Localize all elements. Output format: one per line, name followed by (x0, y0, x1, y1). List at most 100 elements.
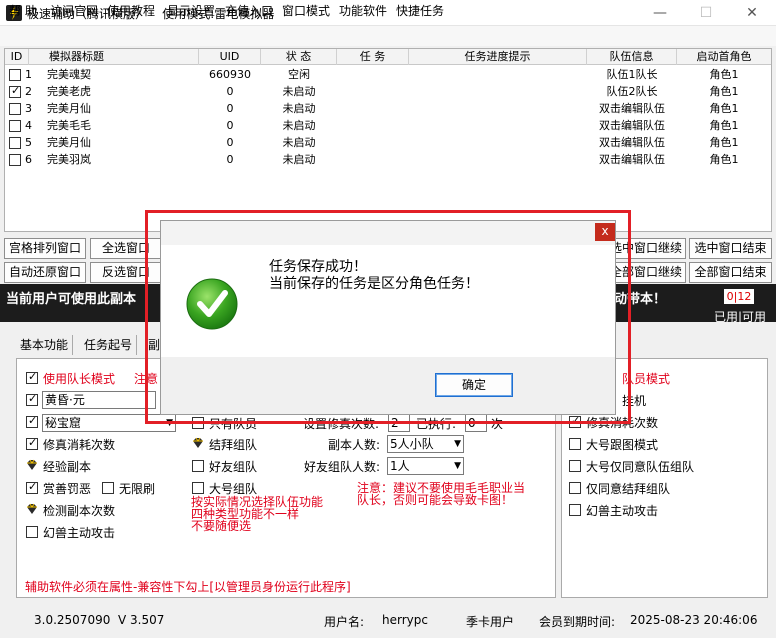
col-title[interactable]: 模拟器标题 (29, 49, 199, 65)
maximize-button[interactable]: ☐ (683, 0, 729, 26)
gem-icon (27, 459, 37, 470)
col-task[interactable]: 任 务 (337, 49, 409, 65)
menu-help[interactable]: 帮 助 (9, 2, 37, 19)
col-progress[interactable]: 任务进度提示 (409, 49, 587, 65)
dungeon-people-label: 副本人数: (328, 438, 381, 452)
ok-button[interactable]: 确定 (435, 373, 513, 397)
v-number: V 3.507 (118, 613, 165, 627)
friend-team-checkbox[interactable] (192, 460, 204, 472)
dialog-button-area (161, 357, 615, 414)
only-agree-join-label: 仅同意结拜组队 (586, 482, 671, 496)
reward-punish-label: 赏善罚恶 (43, 482, 92, 496)
menu-display-settings[interactable]: 显示设置 (167, 2, 215, 19)
big-only-agree-label: 大号仅同意队伍组队 (586, 460, 695, 474)
row-status: 未启动 (282, 153, 316, 166)
row-team: 双击编辑队伍 (599, 119, 665, 132)
row-title: 完美老虎 (47, 85, 91, 98)
unlimited-farm-checkbox[interactable] (102, 482, 114, 494)
menu-function-software[interactable]: 功能软件 (339, 2, 387, 19)
row-title: 完美毛毛 (47, 119, 91, 132)
big-only-agree-checkbox[interactable] (569, 460, 581, 472)
row-title: 完美月仙 (47, 102, 91, 115)
friend-people-label: 好友组队人数: (304, 460, 381, 474)
dungeon-2-checkbox[interactable] (26, 414, 38, 428)
exp-dungeon-label: 经验副本 (43, 460, 92, 474)
row-title: 完美羽岚 (47, 153, 91, 166)
friend-people-select[interactable]: 1人 ▼ (387, 457, 464, 475)
table-row[interactable]: 3 完美月仙 0 未启动 双击编辑队伍 角色1 (5, 100, 771, 117)
row-checkbox[interactable] (9, 154, 21, 166)
row-role: 角色1 (709, 136, 739, 149)
big-team-checkbox[interactable] (192, 482, 204, 494)
save-success-dialog: x 任务保存成功！ 当前保存的任务是区分角色任务！ 确定 (160, 220, 616, 415)
table-row[interactable]: 2 完美老虎 0 未启动 队伍2队长 角色1 (5, 83, 771, 100)
row-uid: 660930 (209, 68, 251, 81)
user-label: 用户名: (324, 615, 365, 629)
col-id[interactable]: ID (5, 49, 29, 65)
menu-quick-task[interactable]: 快捷任务 (396, 2, 444, 19)
used-available-label: 已用|可用 (714, 310, 767, 324)
row-status: 未启动 (282, 85, 316, 98)
dungeon-1-checkbox[interactable] (26, 392, 38, 406)
row-role: 角色1 (709, 68, 739, 81)
table-row[interactable]: 1 完美魂契 660930 空闲 队伍1队长 角色1 (5, 66, 771, 83)
card-type: 季卡用户 (466, 615, 515, 629)
row-checkbox[interactable] (9, 103, 21, 115)
success-check-icon (186, 278, 238, 330)
selected-end-button[interactable]: 选中窗口结束 (689, 238, 772, 259)
row-uid: 0 (226, 153, 234, 166)
menu-bar (0, 26, 776, 46)
grid-arrange-button[interactable]: 宫格排列窗口 (4, 238, 86, 259)
user-name: herrypc (382, 613, 428, 627)
row-id: 6 (25, 153, 32, 166)
row-checkbox[interactable] (9, 120, 21, 132)
row-checkbox[interactable] (9, 137, 21, 149)
chevron-down-icon: ▼ (454, 439, 461, 449)
row-checkbox[interactable] (9, 84, 21, 98)
row-role: 角色1 (709, 102, 739, 115)
row-checkbox[interactable] (9, 69, 21, 81)
repair-consume-checkbox[interactable] (26, 436, 38, 450)
gem-icon (193, 437, 203, 448)
auto-restore-button[interactable]: 自动还原窗口 (4, 262, 86, 283)
col-status[interactable]: 状 态 (261, 49, 337, 65)
leader-mode-checkbox[interactable] (26, 370, 38, 384)
dungeon-usage-text: 当前用户可使用此副本 (6, 292, 137, 307)
row-team: 队伍2队长 (606, 85, 658, 98)
minimize-button[interactable]: — (637, 0, 683, 26)
menu-window-mode[interactable]: 窗口模式 (282, 2, 330, 19)
col-uid[interactable]: UID (199, 49, 261, 65)
row-uid: 0 (226, 136, 234, 149)
row-team: 双击编辑队伍 (599, 136, 665, 149)
col-team[interactable]: 队伍信息 (587, 49, 677, 65)
only-agree-join-checkbox[interactable] (569, 482, 581, 494)
row-status: 未启动 (282, 136, 316, 149)
member-phantom-attack-checkbox[interactable] (569, 504, 581, 516)
menu-recharge[interactable]: 充值入口 (225, 2, 273, 19)
profession-note: 注意：建议不要使用毛毛职业当 队长，否则可能会导致卡图！ (357, 481, 526, 507)
menu-tutorial[interactable]: 使用教程 (107, 2, 155, 19)
menu-website[interactable]: 访问官网 (50, 2, 98, 19)
row-id: 3 (25, 102, 32, 115)
row-id: 1 (25, 68, 32, 81)
dungeon-1-select[interactable]: 黄昏·元 (42, 391, 156, 409)
all-end-button[interactable]: 全部窗口结束 (689, 262, 772, 283)
row-status: 未启动 (282, 119, 316, 132)
tab-basic-functions[interactable]: 基本功能 (16, 335, 74, 355)
row-role: 角色1 (709, 119, 739, 132)
close-button[interactable]: ✕ (729, 0, 775, 26)
reward-punish-checkbox[interactable] (26, 480, 38, 494)
table-row[interactable]: 4 完美毛毛 0 未启动 双击编辑队伍 角色1 (5, 117, 771, 134)
dialog-close-button[interactable]: x (595, 223, 615, 241)
phantom-attack-checkbox[interactable] (26, 526, 38, 538)
join-team-label: 结拜组队 (209, 438, 258, 452)
table-row[interactable]: 6 完美羽岚 0 未启动 双击编辑队伍 角色1 (5, 151, 771, 168)
row-team: 双击编辑队伍 (599, 153, 665, 166)
team-function-hint: 按实际情况选择队伍功能 四种类型功能不一样 不要随便选 (191, 495, 324, 533)
tab-task-leveling[interactable]: 任务起号 (80, 335, 138, 355)
dungeon-people-select[interactable]: 5人小队 ▼ (387, 435, 464, 453)
col-role[interactable]: 启动首角色 (677, 49, 771, 65)
big-follow-checkbox[interactable] (569, 438, 581, 450)
row-id: 4 (25, 119, 32, 132)
table-row[interactable]: 5 完美月仙 0 未启动 双击编辑队伍 角色1 (5, 134, 771, 151)
